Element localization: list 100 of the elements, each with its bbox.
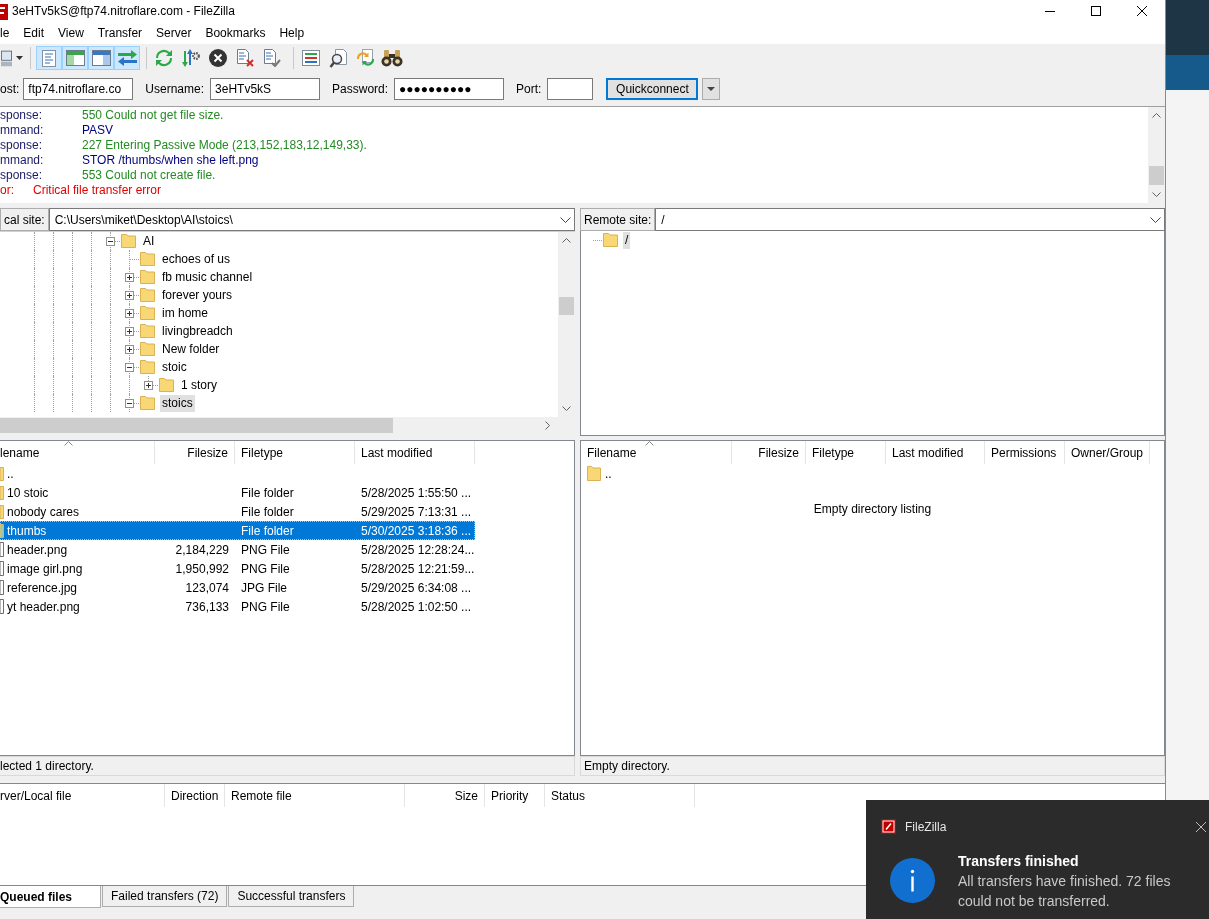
menu-item[interactable]: Server [156,26,192,40]
scrollbar-thumb[interactable] [559,297,574,315]
table-cell: PNG File [241,561,290,576]
toggle-button[interactable] [88,46,114,70]
arrow-right-icon [545,421,550,430]
quickconnect-button[interactable]: Quickconnect [606,78,699,100]
plus-box-icon[interactable] [125,308,134,318]
table-cell: 5/28/2025 1:02:50 ... [361,599,472,614]
menu-item[interactable]: Edit [23,26,45,40]
column-header[interactable]: Owner/Group [1065,441,1150,464]
plus-box-icon[interactable] [125,326,134,336]
tree-item[interactable]: echoes of us [160,250,233,268]
menu-item[interactable]: Help [279,26,305,40]
tree-item[interactable]: im home [160,304,210,322]
plus-box-icon[interactable] [144,380,153,390]
file-row[interactable]: .. [0,464,475,483]
transfer-arrows-icon [117,50,137,66]
folder-icon [159,378,174,392]
file-row[interactable]: image girl.png 1,950,992 PNG File 5/28/2025 12:21:59... [0,559,475,578]
column-header[interactable]: Priority [485,784,545,807]
plus-box-icon[interactable] [125,290,134,300]
table-cell: JPG File [241,580,287,595]
plus-box-icon[interactable] [125,272,134,282]
folder-icon [0,485,4,500]
column-header[interactable]: Direction [165,784,225,807]
column-header[interactable]: Last modified [355,441,475,464]
table-cell: PNG File [241,542,290,557]
tree-item[interactable]: fb music channel [160,268,255,286]
menu-item[interactable]: View [58,26,84,40]
file-row[interactable]: thumbs File folder 5/30/2025 3:18:36 ... [0,521,475,540]
toggle-button[interactable] [114,46,140,70]
username-field[interactable]: 3eHTv5kS [210,78,321,100]
column-header[interactable]: Filesize [732,441,806,464]
column-header[interactable]: Remote file [225,784,405,807]
info-icon [890,858,935,903]
password-field[interactable]: ●●●●●●●●●● [394,78,505,100]
host-field[interactable]: ftp74.nitroflare.co [23,78,134,100]
toggle-button[interactable] [62,46,88,70]
tab[interactable]: Failed transfers (72) [102,886,228,907]
file-row[interactable]: reference.jpg 123,074 JPG File 5/29/2025 6:34:08 ... [0,578,475,597]
table-cell: thumbs [7,523,47,538]
column-header[interactable]: Status [545,784,695,807]
column-header[interactable]: Permissions [985,441,1065,464]
table-cell: 5/30/2025 3:18:36 ... [361,523,472,538]
column-header[interactable]: lename [0,441,155,464]
menu-item[interactable]: Transfer [97,26,143,40]
tree-item[interactable]: forever yours [160,286,235,304]
scrollbar-thumb[interactable] [0,418,393,433]
minus-box-icon[interactable] [125,398,134,408]
document-lines-icon [42,49,56,67]
notification-title: Transfers finished [958,852,1080,871]
minus-box-icon[interactable] [125,362,134,372]
column-header[interactable]: Size [405,784,485,807]
arrow-down-icon [1152,192,1161,197]
column-header[interactable]: Filesize [155,441,235,464]
dropdown-button[interactable] [702,78,721,100]
tree-item[interactable]: 1 story [179,376,219,394]
tree-item[interactable]: stoics [160,394,195,412]
scrollbar-thumb[interactable] [1149,166,1164,185]
minimize-icon [1045,10,1055,12]
column-header[interactable]: Filename [581,441,732,464]
menu-item[interactable]: Bookmarks [205,26,266,40]
tab[interactable]: Successful transfers [228,886,355,907]
column-header[interactable]: Last modified [886,441,985,464]
close-button[interactable] [1196,821,1206,832]
toggle-button[interactable] [36,46,62,70]
file-row[interactable]: header.png 2,184,229 PNG File 5/28/2025 12:28:24... [0,540,475,559]
tree-item[interactable]: stoic [160,358,189,376]
tree-item[interactable]: New folder [160,340,222,358]
table-cell: 1,950,992 [175,561,229,576]
path-combo[interactable]: / [655,208,1165,231]
chevron-down-icon [560,216,571,223]
vertical-scrollbar[interactable] [1148,107,1165,203]
folder-icon [140,360,155,374]
table-cell: File folder [241,504,294,519]
page-cross-icon [236,49,254,67]
column-header[interactable]: Filetype [235,441,355,464]
menu-item[interactable]: le [0,26,10,40]
tree-item[interactable]: / [623,231,631,249]
tree-item[interactable]: livingbreadch [160,322,235,340]
folder-icon [0,504,4,519]
file-row[interactable]: 10 stoic File folder 5/28/2025 1:55:50 ... [0,483,475,502]
port-label: Port: [516,82,542,96]
file-row[interactable]: .. [581,464,1150,483]
file-row[interactable]: nobody cares File folder 5/29/2025 7:13:31 ... [0,502,475,521]
column-header[interactable]: Filetype [806,441,886,464]
file-row[interactable]: yt header.png 736,133 PNG File 5/28/2025 1:02:50 ... [0,597,475,616]
arrow-up-icon [562,238,571,243]
cancel-button[interactable] [206,46,230,70]
log-label: mmand: [0,123,45,138]
path-combo[interactable]: C:\Users\miket\Desktop\AI\stoics\ [48,208,575,231]
table-cell: PNG File [241,599,290,614]
minus-box-icon[interactable] [106,236,115,246]
column-header[interactable]: rver/Local file [0,784,165,807]
port-field[interactable] [547,78,594,100]
tree-item[interactable]: AI [141,232,157,250]
folder-icon [140,270,155,284]
tab[interactable]: Queued files [0,886,102,908]
plus-box-icon[interactable] [125,344,134,354]
log-message: 227 Entering Passive Mode (213,152,183,12,149,33). [82,138,367,153]
